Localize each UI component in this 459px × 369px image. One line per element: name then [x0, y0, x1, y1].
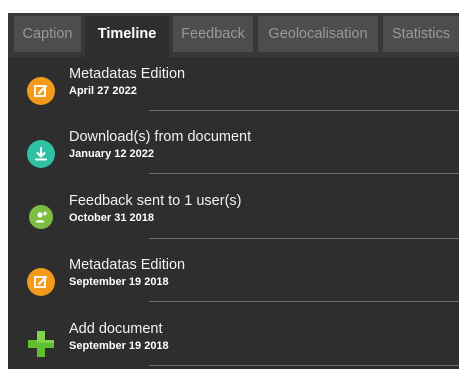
timeline-item: Metadatas Edition April 27 2022: [8, 65, 459, 127]
tab-bar: Caption Timeline Feedback Geolocalisatio…: [8, 13, 459, 57]
timeline-date: January 12 2022: [69, 148, 155, 160]
timeline-divider: [149, 238, 459, 239]
timeline-item: Download(s) from document January 12 202…: [8, 128, 459, 190]
timeline-date: September 19 2018: [69, 340, 169, 352]
document-panel: Caption Timeline Feedback Geolocalisatio…: [8, 13, 459, 369]
timeline-date: April 27 2022: [69, 85, 137, 97]
timeline-date: October 31 2018: [69, 212, 154, 224]
plus-icon: [26, 329, 56, 359]
timeline-divider: [149, 301, 459, 302]
timeline-title: Feedback sent to 1 user(s): [69, 193, 242, 209]
timeline-date: September 19 2018: [69, 276, 169, 288]
user-add-icon: [29, 205, 53, 229]
tab-feedback[interactable]: Feedback: [173, 16, 253, 52]
tab-statistics[interactable]: Statistics: [383, 16, 459, 52]
timeline-item: Feedback sent to 1 user(s) October 31 20…: [8, 192, 459, 254]
timeline-title: Metadatas Edition: [69, 257, 186, 273]
timeline-title: Download(s) from document: [69, 129, 252, 145]
edit-icon: [27, 77, 55, 105]
timeline-divider: [149, 110, 459, 111]
timeline-item: Metadatas Edition September 19 2018: [8, 256, 459, 318]
edit-icon: [27, 268, 55, 296]
timeline-divider: [149, 365, 459, 366]
tab-caption[interactable]: Caption: [14, 16, 81, 52]
timeline-item: Add document September 19 2018: [8, 320, 459, 369]
download-icon: [27, 140, 55, 168]
timeline-title: Add document: [69, 321, 163, 337]
tab-geolocalisation[interactable]: Geolocalisation: [258, 16, 378, 52]
timeline-divider: [149, 173, 459, 174]
tab-timeline[interactable]: Timeline: [85, 16, 169, 57]
timeline-title: Metadatas Edition: [69, 66, 186, 82]
